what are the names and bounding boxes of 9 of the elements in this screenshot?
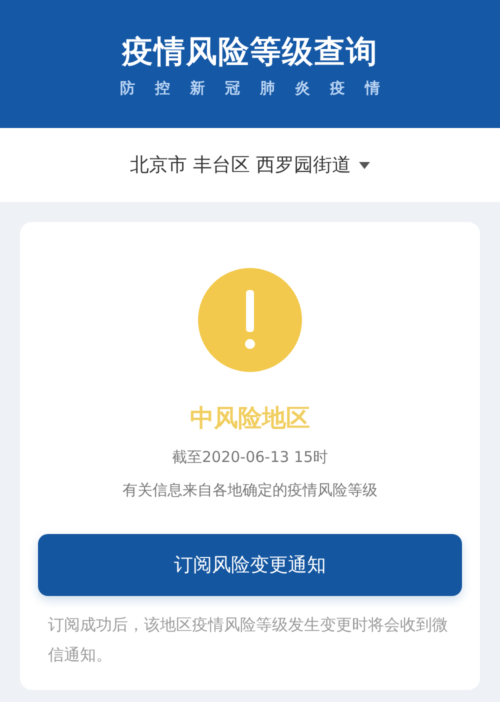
page-subtitle: 防控新冠肺炎疫情 xyxy=(120,78,380,98)
page-title: 疫情风险等级查询 xyxy=(122,32,378,72)
location-dropdown[interactable]: 北京市 丰台区 西罗园街道 xyxy=(130,152,370,178)
subscription-note: 订阅成功后，该地区疫情风险等级发生变更时将会收到微信通知。 xyxy=(48,614,449,666)
update-time: 截至2020-06-13 15时 xyxy=(172,448,328,467)
risk-level-label: 中风险地区 xyxy=(190,403,310,434)
caret-icon xyxy=(359,162,370,168)
subscribe-button[interactable]: 订阅风险变更通知 xyxy=(38,534,462,596)
source-note: 有关信息来自各地确定的疫情风险等级 xyxy=(122,481,378,500)
